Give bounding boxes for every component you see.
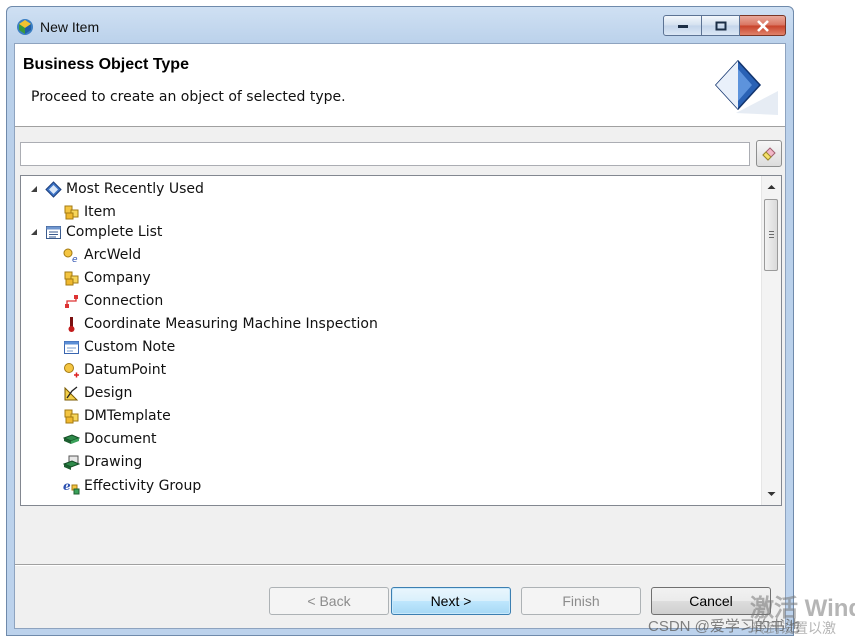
scroll-down-arrow-icon[interactable] xyxy=(762,485,781,503)
tree-item-custom-note[interactable]: Custom Note xyxy=(63,336,175,358)
object-type-tree[interactable]: Most Recently Used Item Complete List e … xyxy=(20,175,782,506)
finish-button[interactable]: Finish xyxy=(521,587,641,615)
tree-item-label: Custom Note xyxy=(84,339,176,355)
design-icon xyxy=(64,385,79,400)
collapse-triangle-icon[interactable] xyxy=(29,184,39,194)
tree-item-label: DMTemplate xyxy=(84,408,171,424)
svg-text:e: e xyxy=(63,479,71,493)
tree-vertical-scrollbar[interactable] xyxy=(761,176,781,505)
tree-item-company[interactable]: Company xyxy=(63,267,151,289)
tree-item-label: Drawing xyxy=(84,454,143,470)
close-icon xyxy=(756,19,769,32)
tree-item-item[interactable]: Item xyxy=(63,201,116,223)
footer-separator-highlight xyxy=(15,565,785,566)
dialog-window: New Item Business Object Type Proceed to… xyxy=(6,6,794,636)
tree-item-document[interactable]: Document xyxy=(63,428,157,450)
scrollbar-thumb[interactable] xyxy=(764,199,778,271)
wizard-banner-icon xyxy=(714,59,778,115)
close-button[interactable] xyxy=(740,15,786,36)
scroll-up-arrow-icon[interactable] xyxy=(762,178,781,196)
tree-item-label: Coordinate Measuring Machine Inspection xyxy=(84,316,378,332)
page-description: Proceed to create an object of selected … xyxy=(31,89,346,105)
company-cubes-icon xyxy=(64,271,79,285)
minimize-icon xyxy=(677,24,688,28)
tree-group-most-recently-used[interactable]: Most Recently Used xyxy=(29,178,204,200)
list-icon xyxy=(46,225,61,239)
tree-item-label: Company xyxy=(84,270,151,286)
back-button[interactable]: < Back xyxy=(269,587,389,615)
document-icon xyxy=(63,433,80,444)
dialog-client-area: Business Object Type Proceed to create a… xyxy=(14,43,786,629)
collapse-triangle-icon[interactable] xyxy=(29,227,39,237)
maximize-button[interactable] xyxy=(702,15,740,36)
filter-input[interactable] xyxy=(20,142,750,166)
next-button[interactable]: Next > xyxy=(391,587,511,615)
tree-item-label: Document xyxy=(84,431,157,447)
drawing-icon xyxy=(63,455,80,470)
wizard-header: Business Object Type Proceed to create a… xyxy=(15,44,785,127)
tree-item-arcweld[interactable]: e ArcWeld xyxy=(63,244,141,266)
effectivity-group-icon: e xyxy=(63,479,80,494)
tree-group-label: Complete List xyxy=(66,224,163,240)
tree-item-connection[interactable]: Connection xyxy=(63,290,163,312)
tree-item-label: Item xyxy=(84,204,116,220)
tree-item-label: ArcWeld xyxy=(84,247,142,263)
tree-item-design[interactable]: Design xyxy=(63,382,132,404)
arcweld-icon: e xyxy=(63,248,78,264)
connection-icon xyxy=(65,294,78,308)
tree-item-label: DatumPoint xyxy=(84,362,167,378)
title-bar[interactable]: New Item xyxy=(7,7,793,43)
page-title: Business Object Type xyxy=(23,56,189,73)
tree-item-datumpoint[interactable]: DatumPoint xyxy=(63,359,166,381)
tree-item-effectivity-group[interactable]: e Effectivity Group xyxy=(63,475,201,497)
csdn-watermark: CSDN @爱学习的书池 xyxy=(648,618,800,635)
maximize-icon xyxy=(715,21,726,30)
tree-item-label: Effectivity Group xyxy=(84,478,202,494)
tree-item-dmtemplate[interactable]: DMTemplate xyxy=(63,405,171,427)
minimize-button[interactable] xyxy=(663,15,702,36)
custom-note-icon xyxy=(64,340,79,354)
tree-group-label: Most Recently Used xyxy=(66,181,204,197)
datum-point-icon xyxy=(64,362,79,377)
tree-item-label: Design xyxy=(84,385,133,401)
clear-filter-button[interactable] xyxy=(756,140,782,167)
tree-item-cmm-inspection[interactable]: Coordinate Measuring Machine Inspection xyxy=(63,313,378,335)
tree-group-complete-list[interactable]: Complete List xyxy=(29,221,162,243)
tree-item-drawing[interactable]: Drawing xyxy=(63,451,142,473)
svg-text:e: e xyxy=(72,255,78,264)
dmtemplate-cubes-icon xyxy=(64,409,79,423)
tree-item-label: Connection xyxy=(84,293,164,309)
item-cubes-icon xyxy=(64,205,79,219)
app-logo-icon xyxy=(17,19,33,35)
window-title: New Item xyxy=(40,19,100,35)
cmm-probe-icon xyxy=(68,316,75,332)
mru-diamond-icon xyxy=(45,180,62,198)
eraser-icon xyxy=(762,147,776,161)
